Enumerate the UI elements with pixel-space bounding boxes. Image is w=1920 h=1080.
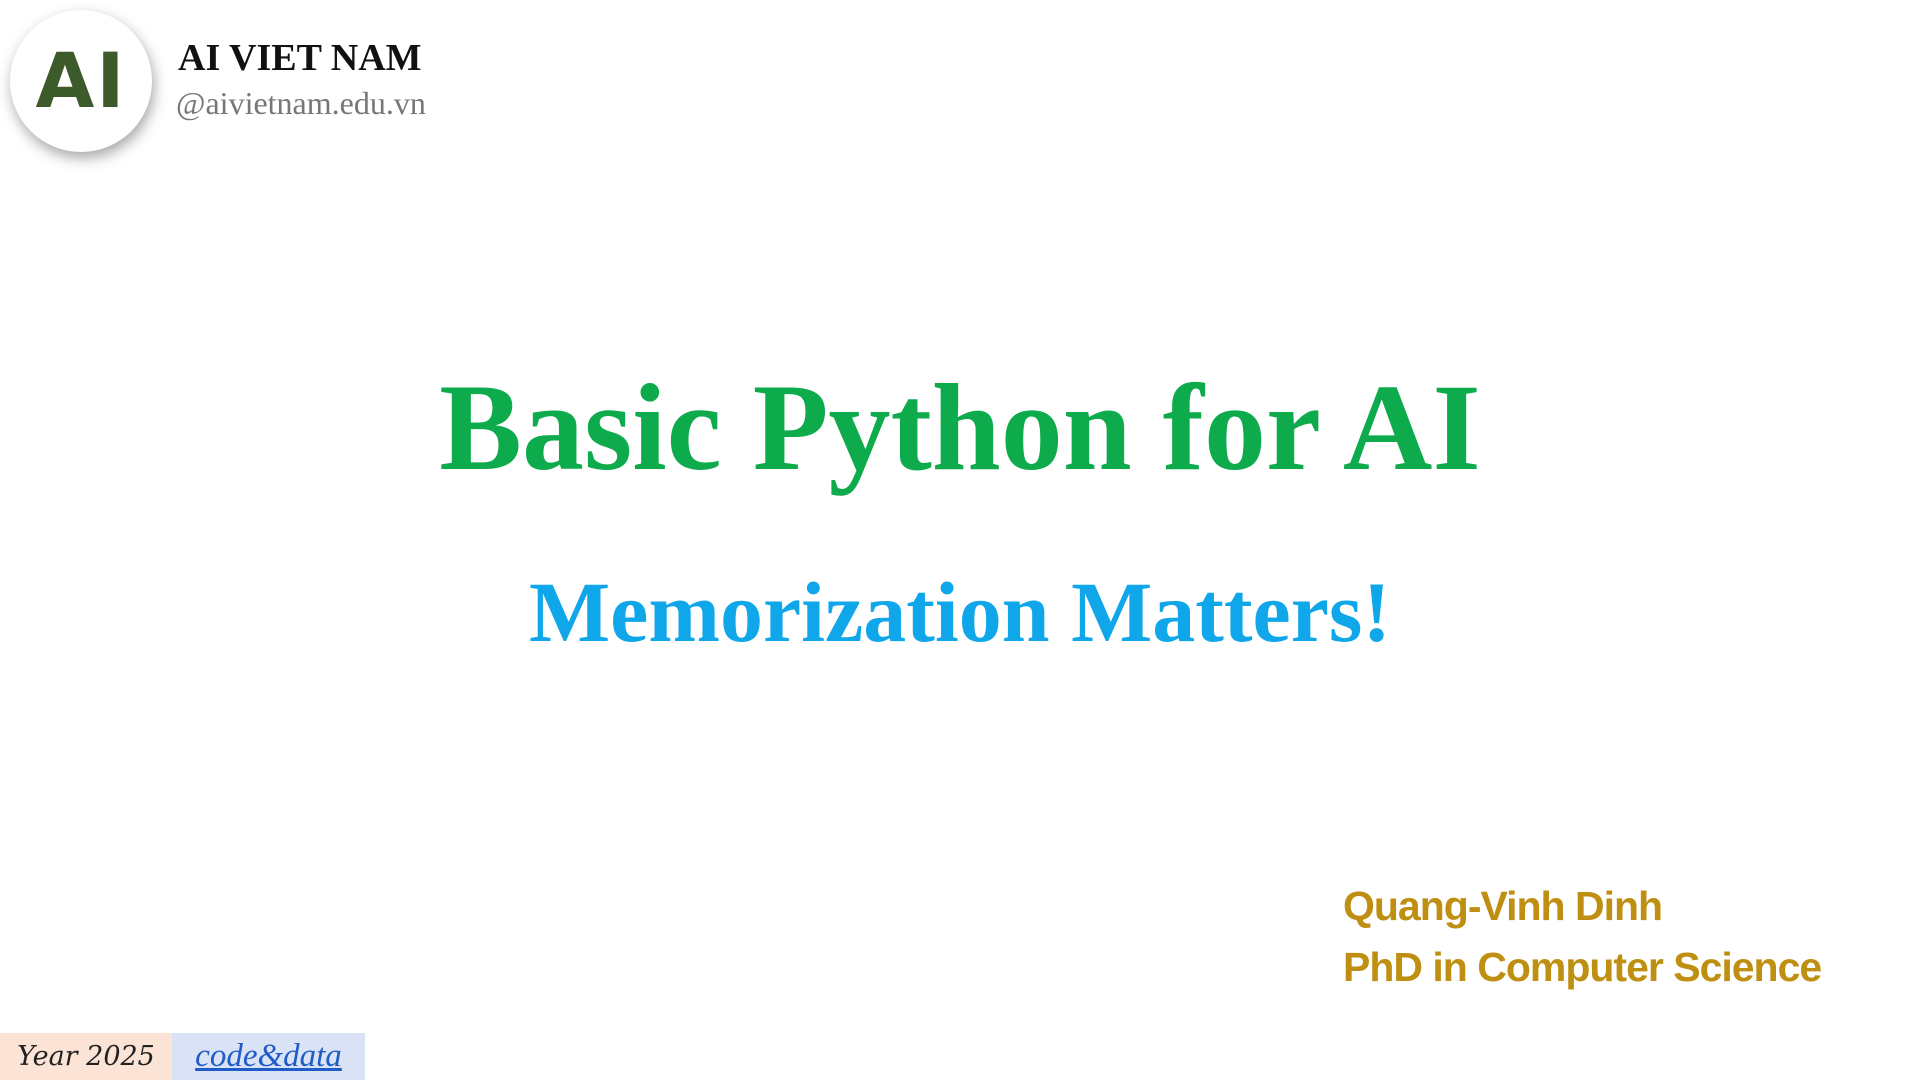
slide-title: Basic Python for AI [439, 359, 1481, 496]
code-data-link[interactable]: code&data [172, 1033, 365, 1080]
footer-year-label: Year 2025 [0, 1033, 172, 1080]
author-degree: PhD in Computer Science [1343, 944, 1822, 990]
slide: AI AI VIET NAM @aivietnam.edu.vn Basic P… [0, 0, 1920, 1080]
brand-name: AI VIET NAM [178, 37, 422, 79]
slide-subtitle: Memorization Matters! [529, 564, 1391, 660]
logo-badge: AI [10, 10, 152, 152]
author-name: Quang-Vinh Dinh [1343, 883, 1663, 929]
logo-text: AI [35, 36, 127, 125]
brand-url: @aivietnam.edu.vn [176, 85, 426, 121]
author-block: Quang-Vinh Dinh PhD in Computer Science [1343, 876, 1822, 998]
